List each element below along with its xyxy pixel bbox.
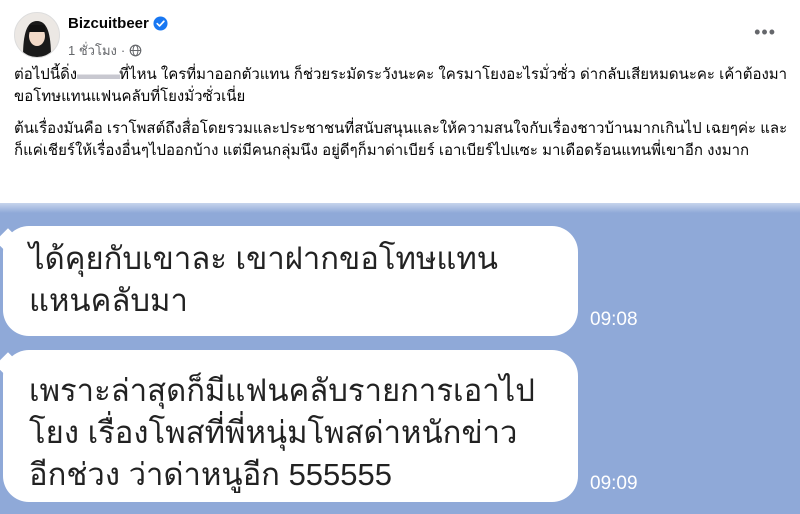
caption-paragraph-1: ต่อไปนี้ดิ่ง▬▬▬ที่ไหน ใครที่มาออกตัวแทน …	[14, 64, 789, 108]
caption-paragraph-2: ต้นเรื่องมันคือ เราโพสต์ถึงสื่อโดยรวมและ…	[14, 120, 788, 159]
author-name[interactable]: Bizcuitbeer	[68, 15, 149, 32]
chat-bubble: เพราะล่าสุดก็มีแฟนคลับรายการเอาไปโยง เรื…	[0, 350, 578, 502]
post-meta: 1 ชั่วโมง ·	[68, 40, 142, 61]
caption-p1-end: ที่ไหน ใครที่มาออกตัวแทน ก็ช่วยระมัดระวั…	[14, 66, 788, 105]
message-text: ได้คุยกับเขาละ เขาฝากขอโทษแทนแหนคลับมา	[29, 241, 498, 318]
post-author[interactable]: Bizcuitbeer	[68, 15, 168, 32]
avatar-image	[15, 13, 59, 57]
message-time: 09:08	[590, 309, 638, 330]
facebook-post: Bizcuitbeer 1 ชั่วโมง · ••• ต่อไปนี้ดิ่ง…	[0, 0, 800, 514]
censored-word: ▬▬▬	[77, 66, 120, 83]
message-time: 09:09	[590, 473, 638, 494]
globe-icon[interactable]	[129, 44, 142, 57]
chat-bubble: ได้คุยกับเขาละ เขาฝากขอโทษแทนแหนคลับมา	[0, 226, 578, 336]
chat-screenshot-image[interactable]: ได้คุยกับเขาละ เขาฝากขอโทษแทนแหนคลับมา 0…	[0, 203, 800, 514]
verified-badge-icon	[153, 16, 168, 31]
caption-p1-start: ต่อไปนี้ดิ่ง	[14, 66, 78, 83]
chat-image-top-edge	[0, 203, 800, 213]
post-timestamp[interactable]: 1 ชั่วโมง	[68, 40, 117, 61]
bubble-tail	[0, 352, 21, 378]
avatar[interactable]	[14, 12, 60, 58]
meta-separator: ·	[120, 43, 126, 58]
message-text: เพราะล่าสุดก็มีแฟนคลับรายการเอาไปโยง เรื…	[29, 373, 535, 492]
more-options-icon[interactable]: •••	[754, 22, 776, 42]
post-caption: ต่อไปนี้ดิ่ง▬▬▬ที่ไหน ใครที่มาออกตัวแทน …	[14, 64, 789, 172]
bubble-tail	[0, 228, 21, 254]
